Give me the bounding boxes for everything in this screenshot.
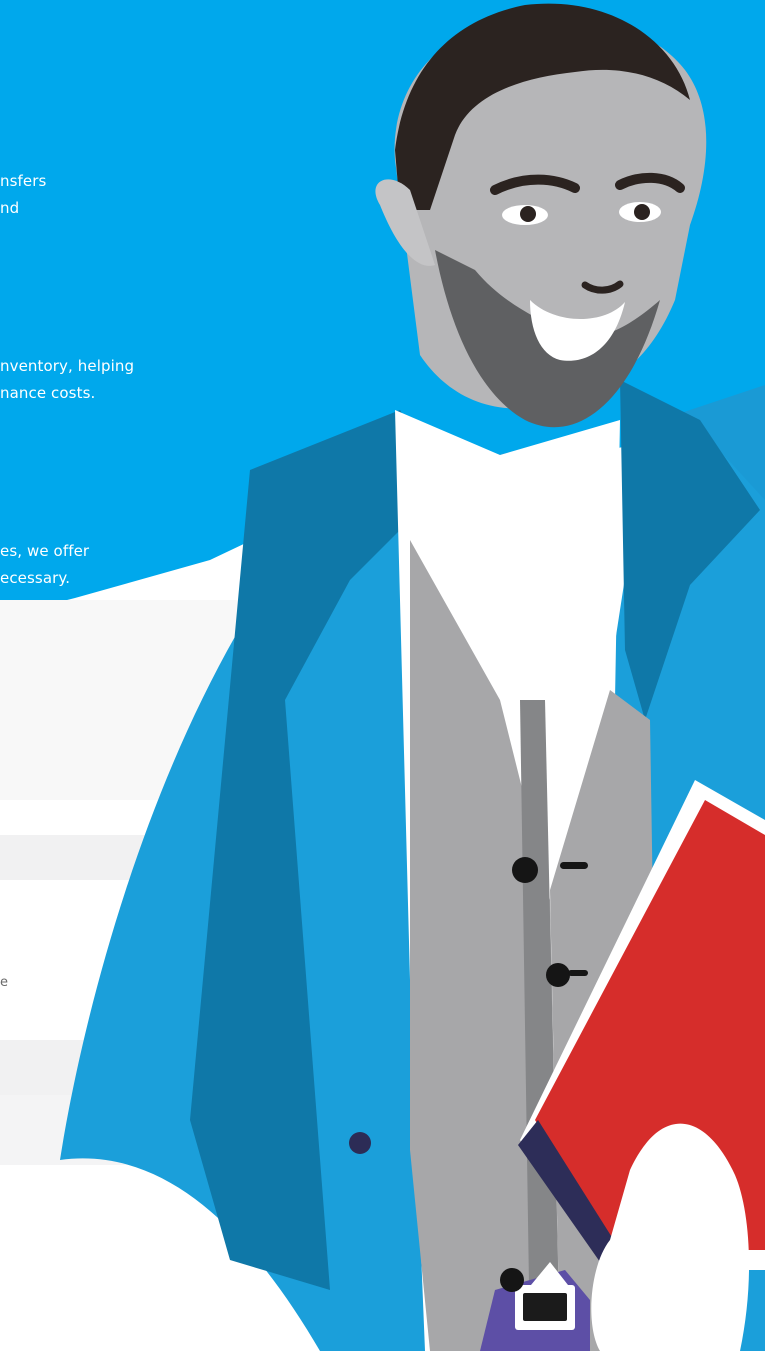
left-copy-line-5: es, we offer	[0, 542, 90, 560]
jacket-button	[349, 1132, 371, 1154]
hero-illustration-section: nsfers nd nventory, helping nance costs.…	[0, 0, 765, 1351]
left-copy-line-4: nance costs.	[0, 384, 96, 402]
belt-buckle-inner	[523, 1293, 567, 1321]
pupil-left	[520, 206, 536, 222]
vest-button-2-hole	[568, 970, 588, 976]
belt-button	[500, 1268, 524, 1292]
vest-button-1-hole	[560, 862, 588, 869]
left-copy-line-2: nd	[0, 199, 20, 217]
left-copy-line-7: e	[0, 975, 8, 990]
left-copy-line-1: nsfers	[0, 172, 47, 190]
left-copy-line-3: nventory, helping	[0, 357, 135, 375]
pupil-right	[634, 204, 650, 220]
left-copy-line-6: ecessary.	[0, 569, 71, 587]
vest-button-1	[512, 857, 538, 883]
hero-illustration	[0, 0, 765, 1351]
vest-button-2	[546, 963, 570, 987]
